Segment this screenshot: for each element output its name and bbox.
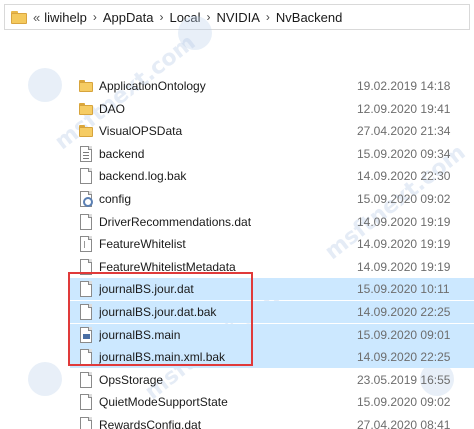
file-row[interactable]: config 15.09.2020 09:02 — [70, 188, 474, 210]
file-row[interactable]: journalBS.jour.dat 15.09.2020 10:11 — [70, 278, 474, 301]
file-row[interactable]: ApplicationOntology 19.02.2019 14:18 — [70, 75, 474, 97]
file-date: 19.02.2019 14:18 — [357, 79, 451, 93]
breadcrumb-liwihelp[interactable]: liwihelp — [44, 10, 87, 25]
folder-icon — [78, 78, 94, 94]
breadcrumb-nvbackend[interactable]: NvBackend — [276, 10, 342, 25]
file-date: 14.09.2020 22:25 — [357, 305, 451, 319]
file-row[interactable]: VisualOPSData 27.04.2020 21:34 — [70, 120, 474, 142]
file-date: 15.09.2020 09:34 — [357, 146, 451, 161]
file-icon — [78, 371, 94, 388]
folder-icon — [78, 101, 94, 117]
chevron-right-icon[interactable]: › — [159, 10, 163, 24]
file-row[interactable]: journalBS.main.xml.bak 14.09.2020 22:25 — [70, 346, 474, 369]
breadcrumb-appdata[interactable]: AppData — [103, 10, 154, 25]
file-name: QuietModeSupportState — [99, 395, 228, 410]
file-name: journalBS.jour.dat.bak — [99, 305, 217, 319]
file-date: 14.09.2020 19:19 — [357, 259, 451, 274]
file-icon — [78, 258, 94, 275]
file-date: 27.04.2020 21:34 — [357, 124, 451, 139]
file-date: 15.09.2020 09:02 — [357, 192, 451, 206]
file-name: FeatureWhitelistMetadata — [99, 259, 236, 274]
breadcrumb-nvidia[interactable]: NVIDIA — [217, 10, 260, 25]
watermark-circle — [28, 68, 62, 102]
file-row[interactable]: journalBS.main 15.09.2020 09:01 — [70, 323, 474, 346]
file-row[interactable]: DAO 12.09.2020 19:41 — [70, 98, 474, 120]
file-row[interactable]: FeatureWhitelistMetadata 14.09.2020 19:19 — [70, 256, 474, 278]
file-date: 23.05.2019 16:55 — [357, 372, 451, 387]
file-date: 14.09.2020 22:30 — [357, 169, 451, 184]
file-icon — [78, 168, 94, 185]
breadcrumb-local[interactable]: Local — [169, 10, 200, 25]
file-icon — [78, 349, 94, 366]
overflow-chevron-icon[interactable]: « — [33, 10, 40, 25]
document-file-icon — [78, 236, 94, 253]
file-row[interactable]: FeatureWhitelist 14.09.2020 19:19 — [70, 233, 474, 255]
file-row[interactable]: RewardsConfig.dat 27.04.2020 08:41 — [70, 414, 474, 429]
file-name: journalBS.main.xml.bak — [99, 350, 226, 365]
file-date: 15.09.2020 10:11 — [357, 282, 450, 297]
chevron-right-icon[interactable]: › — [207, 10, 211, 24]
settings-file-icon — [78, 191, 94, 207]
file-name: OpsStorage — [99, 372, 164, 387]
file-row[interactable]: DriverRecommendations.dat 14.09.2020 19:1… — [70, 211, 474, 233]
folder-icon — [11, 10, 27, 24]
text-file-icon — [78, 145, 94, 162]
file-name: DAO — [99, 101, 126, 116]
file-date: 14.09.2020 19:19 — [357, 214, 451, 229]
file-icon — [78, 281, 94, 298]
chevron-right-icon[interactable]: › — [93, 10, 97, 24]
file-row[interactable]: backend 15.09.2020 09:34 — [70, 143, 474, 165]
file-name: ApplicationOntology — [99, 79, 206, 93]
file-date: 14.09.2020 19:19 — [357, 237, 451, 252]
file-row[interactable]: OpsStorage 23.05.2019 16:55 — [70, 369, 474, 391]
file-name: journalBS.jour.dat — [99, 282, 194, 297]
system-file-icon — [78, 326, 94, 343]
file-name: backend.log.bak — [99, 169, 187, 184]
chevron-right-icon[interactable]: › — [266, 10, 270, 24]
file-icon — [78, 304, 94, 320]
file-name: DriverRecommendations.dat — [99, 214, 252, 229]
file-date: 15.09.2020 09:02 — [357, 395, 451, 410]
file-name: VisualOPSData — [99, 124, 183, 139]
file-date: 27.04.2020 08:41 — [357, 418, 451, 429]
file-date: 12.09.2020 19:41 — [357, 101, 451, 116]
file-date: 15.09.2020 09:01 — [357, 327, 451, 342]
file-date: 14.09.2020 22:25 — [357, 350, 451, 365]
file-name: RewardsConfig.dat — [99, 418, 202, 429]
address-bar[interactable]: « liwihelp › AppData › Local › NVIDIA › … — [4, 4, 470, 30]
file-icon — [78, 394, 94, 411]
folder-icon — [78, 123, 94, 139]
file-row[interactable]: QuietModeSupportState 15.09.2020 09:02 — [70, 391, 474, 413]
file-icon — [78, 417, 94, 429]
file-name: config — [99, 192, 132, 206]
file-row[interactable]: journalBS.jour.dat.bak 14.09.2020 22:25 — [70, 301, 474, 323]
file-name: journalBS.main — [99, 327, 181, 342]
watermark-circle — [28, 362, 62, 396]
file-icon — [78, 213, 94, 230]
file-name: FeatureWhitelist — [99, 237, 186, 252]
file-name: backend — [99, 146, 145, 161]
file-row[interactable]: backend.log.bak 14.09.2020 22:30 — [70, 165, 474, 187]
